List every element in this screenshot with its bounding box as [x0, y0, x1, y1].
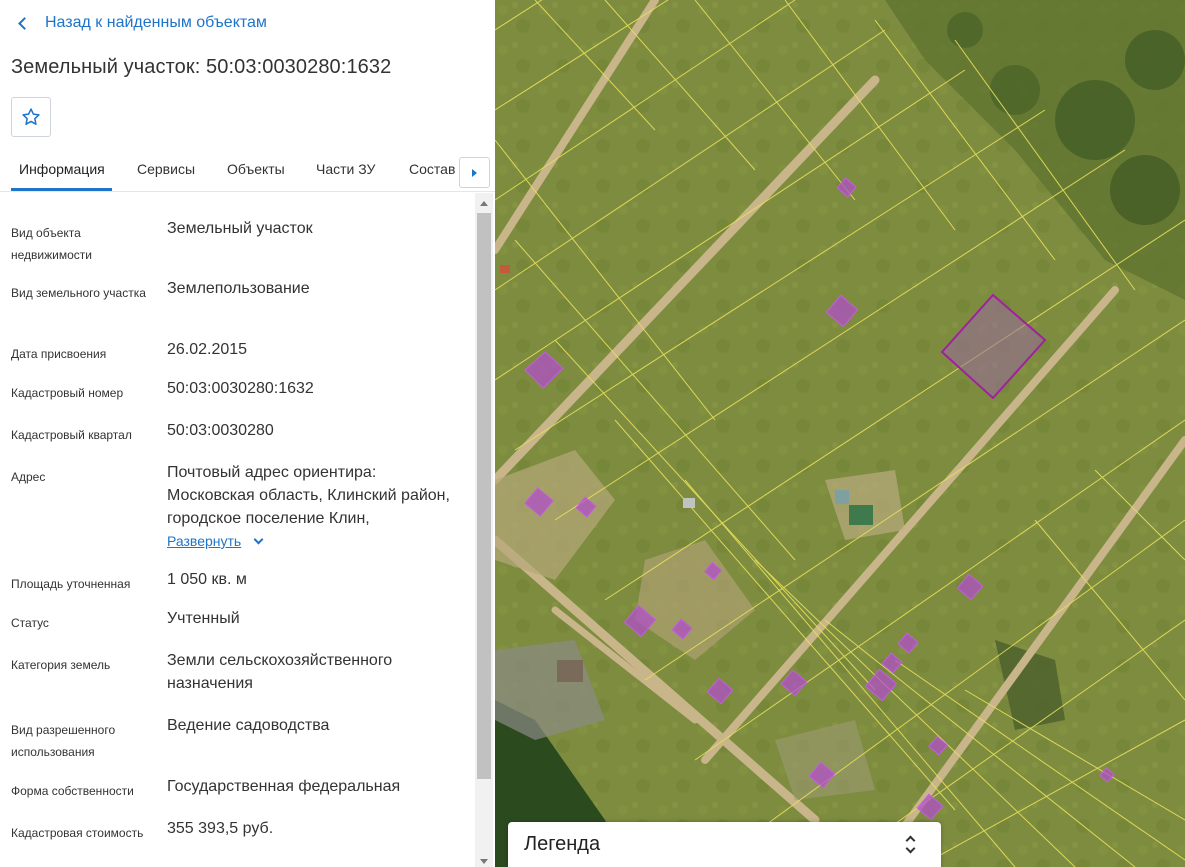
chevron-down-icon	[253, 534, 264, 544]
satellite-map[interactable]	[495, 0, 1185, 867]
scroll-up-arrow-icon[interactable]	[480, 201, 488, 206]
map-view[interactable]	[495, 0, 1185, 867]
tab-bar: Информация Сервисы Объекты Части ЗУ Сост…	[0, 150, 495, 192]
legend-title: Легенда	[524, 833, 601, 855]
legend-panel[interactable]: Легенда	[508, 822, 941, 867]
info-label: Вид объекта недвижимости	[11, 226, 92, 262]
updown-chevron-icon[interactable]	[904, 834, 918, 858]
info-scrollbar[interactable]	[475, 193, 493, 867]
expand-label: Развернуть	[167, 533, 242, 549]
info-label: Вид земельного участка	[11, 286, 146, 300]
info-value: Почтовый адрес ориентира: Московская обл…	[167, 464, 450, 527]
info-panel: Назад к найденным объектам Земельный уча…	[0, 0, 495, 867]
page-title: Земельный участок: 50:03:0030280:1632	[11, 56, 392, 78]
info-value: Учтенный	[167, 610, 240, 627]
info-label: Вид разрешенного использования	[11, 723, 116, 759]
tabs-next-button[interactable]	[459, 157, 490, 188]
info-value: Землепользование	[167, 280, 310, 297]
favorite-button[interactable]	[11, 97, 51, 137]
chevron-left-icon	[18, 16, 31, 30]
scroll-down-arrow-icon[interactable]	[480, 859, 488, 864]
info-label: Дата присвоения	[11, 347, 107, 361]
info-value: 26.02.2015	[167, 341, 248, 358]
info-value: 1 050 кв. м	[167, 571, 247, 588]
active-tab-indicator	[11, 188, 112, 191]
triangle-right-icon	[472, 168, 477, 177]
info-label: Категория земель	[11, 658, 111, 672]
info-value: Государственная федеральная	[167, 778, 401, 795]
expand-address-link[interactable]: Развернуть	[167, 533, 264, 549]
info-label: Площадь уточненная	[11, 577, 131, 591]
info-value: 50:03:0030280:1632	[167, 380, 314, 397]
tab-services[interactable]: Сервисы	[137, 161, 195, 177]
info-value: Земельный участок	[167, 220, 313, 237]
info-value: 50:03:0030280	[167, 422, 274, 439]
info-label: Форма собственности	[11, 784, 134, 798]
info-label: Адрес	[11, 470, 46, 484]
tab-composition[interactable]: Состав	[409, 161, 455, 177]
info-label: Статус	[11, 616, 49, 630]
info-value: Земли сельскохозяйственного назначения	[167, 652, 393, 692]
tab-information[interactable]: Информация	[19, 161, 105, 177]
info-value: Ведение садоводства	[167, 717, 330, 734]
info-label: Кадастровый номер	[11, 386, 124, 400]
info-label: Кадастровый квартал	[11, 428, 132, 442]
info-value: 355 393,5 руб.	[167, 820, 274, 837]
info-label: Кадастровая стоимость	[11, 826, 144, 840]
tab-parts[interactable]: Части ЗУ	[316, 161, 375, 177]
back-to-results-link[interactable]: Назад к найденным объектам	[16, 14, 267, 32]
back-link-label: Назад к найденным объектам	[45, 14, 267, 31]
star-outline-icon	[22, 108, 40, 125]
tab-objects[interactable]: Объекты	[227, 161, 285, 177]
info-list: Вид объекта недвижимости Земельный участ…	[0, 193, 475, 867]
scrollbar-thumb[interactable]	[477, 213, 491, 779]
